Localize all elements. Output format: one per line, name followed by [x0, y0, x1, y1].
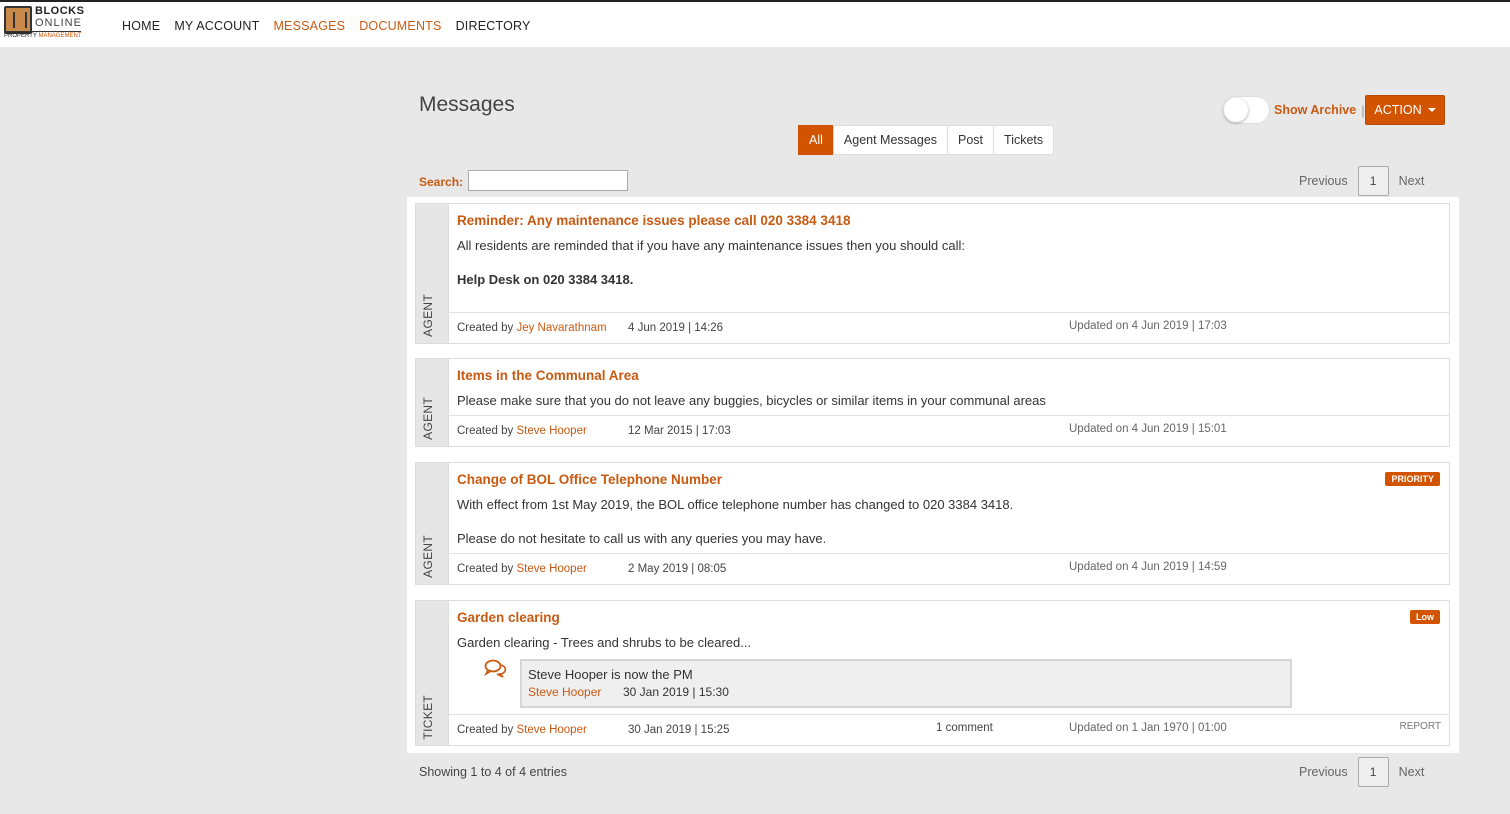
message-type-strip: AGENT: [416, 463, 449, 584]
created-by: Created by Steve Hooper: [457, 724, 587, 736]
created-by: Created by Jey Navarathnam: [457, 322, 607, 334]
priority-badge: PRIORITY: [1385, 472, 1440, 486]
ticket-card[interactable]: TICKET Garden clearing Low Garden cleari…: [415, 600, 1450, 746]
nav-messages[interactable]: MESSAGES: [273, 19, 345, 33]
search-input[interactable]: [468, 170, 628, 191]
action-dropdown-button[interactable]: ACTION: [1365, 95, 1445, 125]
updated-date: Updated on 4 Jun 2019 | 15:01: [1069, 423, 1227, 435]
ticket-title[interactable]: Garden clearing: [457, 610, 560, 625]
author-link[interactable]: Jey Navarathnam: [516, 322, 606, 334]
logo-line3b: MANAGEMENT: [38, 33, 82, 39]
comment-author[interactable]: Steve Hooper: [528, 685, 601, 699]
created-by: Created by Steve Hooper: [457, 425, 587, 437]
message-type: AGENT: [421, 535, 435, 578]
filter-tickets[interactable]: Tickets: [993, 125, 1055, 155]
message-title[interactable]: Reminder: Any maintenance issues please …: [457, 213, 850, 228]
entries-info: Showing 1 to 4 of 4 entries: [419, 765, 568, 779]
logo-line3a: PROPERTY: [4, 33, 37, 39]
logo-line2: ONLINE: [35, 17, 82, 29]
page-title: Messages: [419, 93, 515, 116]
created-date: 2 May 2019 | 08:05: [628, 563, 727, 575]
pagination-next[interactable]: Next: [1389, 174, 1435, 188]
message-type: AGENT: [421, 397, 435, 440]
logo-tagline: PROPERTY MANAGEMENT: [4, 31, 82, 39]
message-type-strip: TICKET: [416, 601, 449, 745]
message-body: All residents are reminded that if you h…: [457, 238, 966, 253]
created-by-prefix: Created by: [457, 425, 514, 437]
author-link[interactable]: Steve Hooper: [516, 563, 586, 575]
toggle-knob: [1224, 98, 1248, 122]
top-navbar: BLOCKS ONLINE PROPERTY MANAGEMENT HOME M…: [0, 0, 1510, 47]
message-body-bold: Help Desk on 020 3384 3418.: [457, 272, 634, 287]
message-footer: Created by Steve Hooper 12 Mar 2015 | 17…: [449, 415, 1449, 446]
message-footer: Created by Steve Hooper 2 May 2019 | 08:…: [449, 553, 1449, 584]
nav-documents[interactable]: DOCUMENTS: [359, 19, 441, 33]
logo-building-icon: [4, 6, 32, 34]
message-body: Please make sure that you do not leave a…: [457, 393, 1046, 408]
message-type: AGENT: [421, 294, 435, 337]
created-by-prefix: Created by: [457, 322, 514, 334]
show-archive-control: Show Archive |: [1222, 96, 1365, 124]
comment-count[interactable]: 1 comment: [936, 722, 993, 734]
action-label: ACTION: [1374, 103, 1422, 117]
comments-icon: [484, 659, 507, 678]
pagination-page-1[interactable]: 1: [1357, 757, 1389, 787]
updated-date: Updated on 4 Jun 2019 | 14:59: [1069, 561, 1227, 573]
message-title[interactable]: Items in the Communal Area: [457, 368, 639, 383]
message-footer: Created by Jey Navarathnam 4 Jun 2019 | …: [449, 312, 1449, 343]
pagination-previous[interactable]: Previous: [1289, 765, 1358, 779]
pagination-next[interactable]: Next: [1389, 765, 1435, 779]
nav-my-account[interactable]: MY ACCOUNT: [174, 19, 259, 33]
pagination-bottom: Previous 1 Next: [1289, 757, 1434, 787]
created-by-prefix: Created by: [457, 563, 514, 575]
comment-preview: Steve Hooper is now the PM Steve Hooper …: [520, 659, 1292, 708]
message-body: With effect from 1st May 2019, the BOL o…: [457, 497, 1014, 512]
message-filter-tabs: All Agent Messages Post Tickets: [798, 125, 1055, 155]
created-by: Created by Steve Hooper: [457, 563, 587, 575]
filter-agent-messages[interactable]: Agent Messages: [832, 125, 949, 155]
message-title[interactable]: Change of BOL Office Telephone Number: [457, 472, 722, 487]
logo-line1: BLOCKS: [35, 5, 85, 17]
comment-date: 30 Jan 2019 | 15:30: [623, 685, 729, 699]
filter-all[interactable]: All: [798, 125, 834, 155]
pagination-previous[interactable]: Previous: [1289, 174, 1358, 188]
message-body-2: Please do not hesitate to call us with a…: [457, 531, 827, 546]
filter-post[interactable]: Post: [947, 125, 995, 155]
pagination-top: Previous 1 Next: [1289, 166, 1434, 196]
author-link[interactable]: Steve Hooper: [516, 425, 586, 437]
message-type-strip: AGENT: [416, 204, 449, 343]
message-type: TICKET: [421, 694, 435, 739]
message-type-strip: AGENT: [416, 359, 449, 446]
show-archive-label[interactable]: Show Archive: [1274, 103, 1356, 117]
blocks-online-logo[interactable]: BLOCKS ONLINE PROPERTY MANAGEMENT: [4, 4, 88, 42]
message-card[interactable]: AGENT Items in the Communal Area Please …: [415, 358, 1450, 447]
message-card[interactable]: AGENT Change of BOL Office Telephone Num…: [415, 462, 1450, 585]
created-date: 30 Jan 2019 | 15:25: [628, 724, 730, 736]
created-date: 4 Jun 2019 | 14:26: [628, 322, 724, 334]
report-link[interactable]: REPORT: [1400, 721, 1442, 732]
ticket-footer: Created by Steve Hooper 30 Jan 2019 | 15…: [449, 714, 1449, 745]
message-card[interactable]: AGENT Reminder: Any maintenance issues p…: [415, 203, 1450, 344]
nav-directory[interactable]: DIRECTORY: [456, 19, 531, 33]
pagination-page-1[interactable]: 1: [1357, 166, 1389, 196]
search-label: Search:: [419, 175, 464, 189]
ticket-body: Garden clearing - Trees and shrubs to be…: [457, 635, 752, 650]
updated-date: Updated on 4 Jun 2019 | 17:03: [1069, 320, 1227, 332]
nav-home[interactable]: HOME: [122, 19, 160, 33]
author-link[interactable]: Steve Hooper: [516, 724, 586, 736]
show-archive-toggle[interactable]: [1222, 96, 1270, 124]
comment-text: Steve Hooper is now the PM: [528, 667, 693, 682]
priority-badge: Low: [1410, 610, 1440, 624]
caret-down-icon: [1427, 108, 1436, 112]
created-date: 12 Mar 2015 | 17:03: [628, 425, 731, 437]
created-by-prefix: Created by: [457, 724, 514, 736]
main-nav: HOME MY ACCOUNT MESSAGES DOCUMENTS DIREC…: [122, 19, 545, 33]
updated-date: Updated on 1 Jan 1970 | 01:00: [1069, 722, 1227, 734]
